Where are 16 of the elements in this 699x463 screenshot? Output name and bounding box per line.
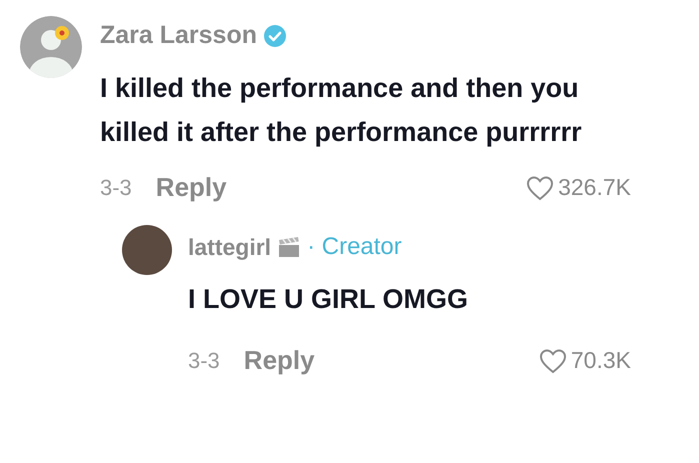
username[interactable]: Zara Larsson — [100, 17, 258, 55]
comment-date: 3-3 — [188, 347, 220, 375]
reply-button[interactable]: Reply — [244, 341, 315, 380]
heart-icon — [538, 348, 567, 374]
avatar-icon — [20, 16, 82, 78]
comment-text: I killed the performance and then you killed it after the performance purrrrrr — [100, 72, 583, 149]
creator-label: · Creator — [307, 232, 402, 262]
avatar-photo-placeholder[interactable] — [122, 225, 172, 275]
username[interactable]: lattegirl — [188, 230, 272, 264]
clapperboard-icon — [277, 236, 302, 258]
like-button[interactable]: 70.3K — [538, 343, 631, 378]
heart-icon — [526, 174, 554, 200]
like-button[interactable]: 326.7K — [526, 170, 631, 205]
reply-button[interactable]: Reply — [156, 168, 227, 207]
comment-date: 3-3 — [100, 174, 132, 202]
comment-text: I LOVE U GIRL OMGG — [188, 283, 470, 316]
